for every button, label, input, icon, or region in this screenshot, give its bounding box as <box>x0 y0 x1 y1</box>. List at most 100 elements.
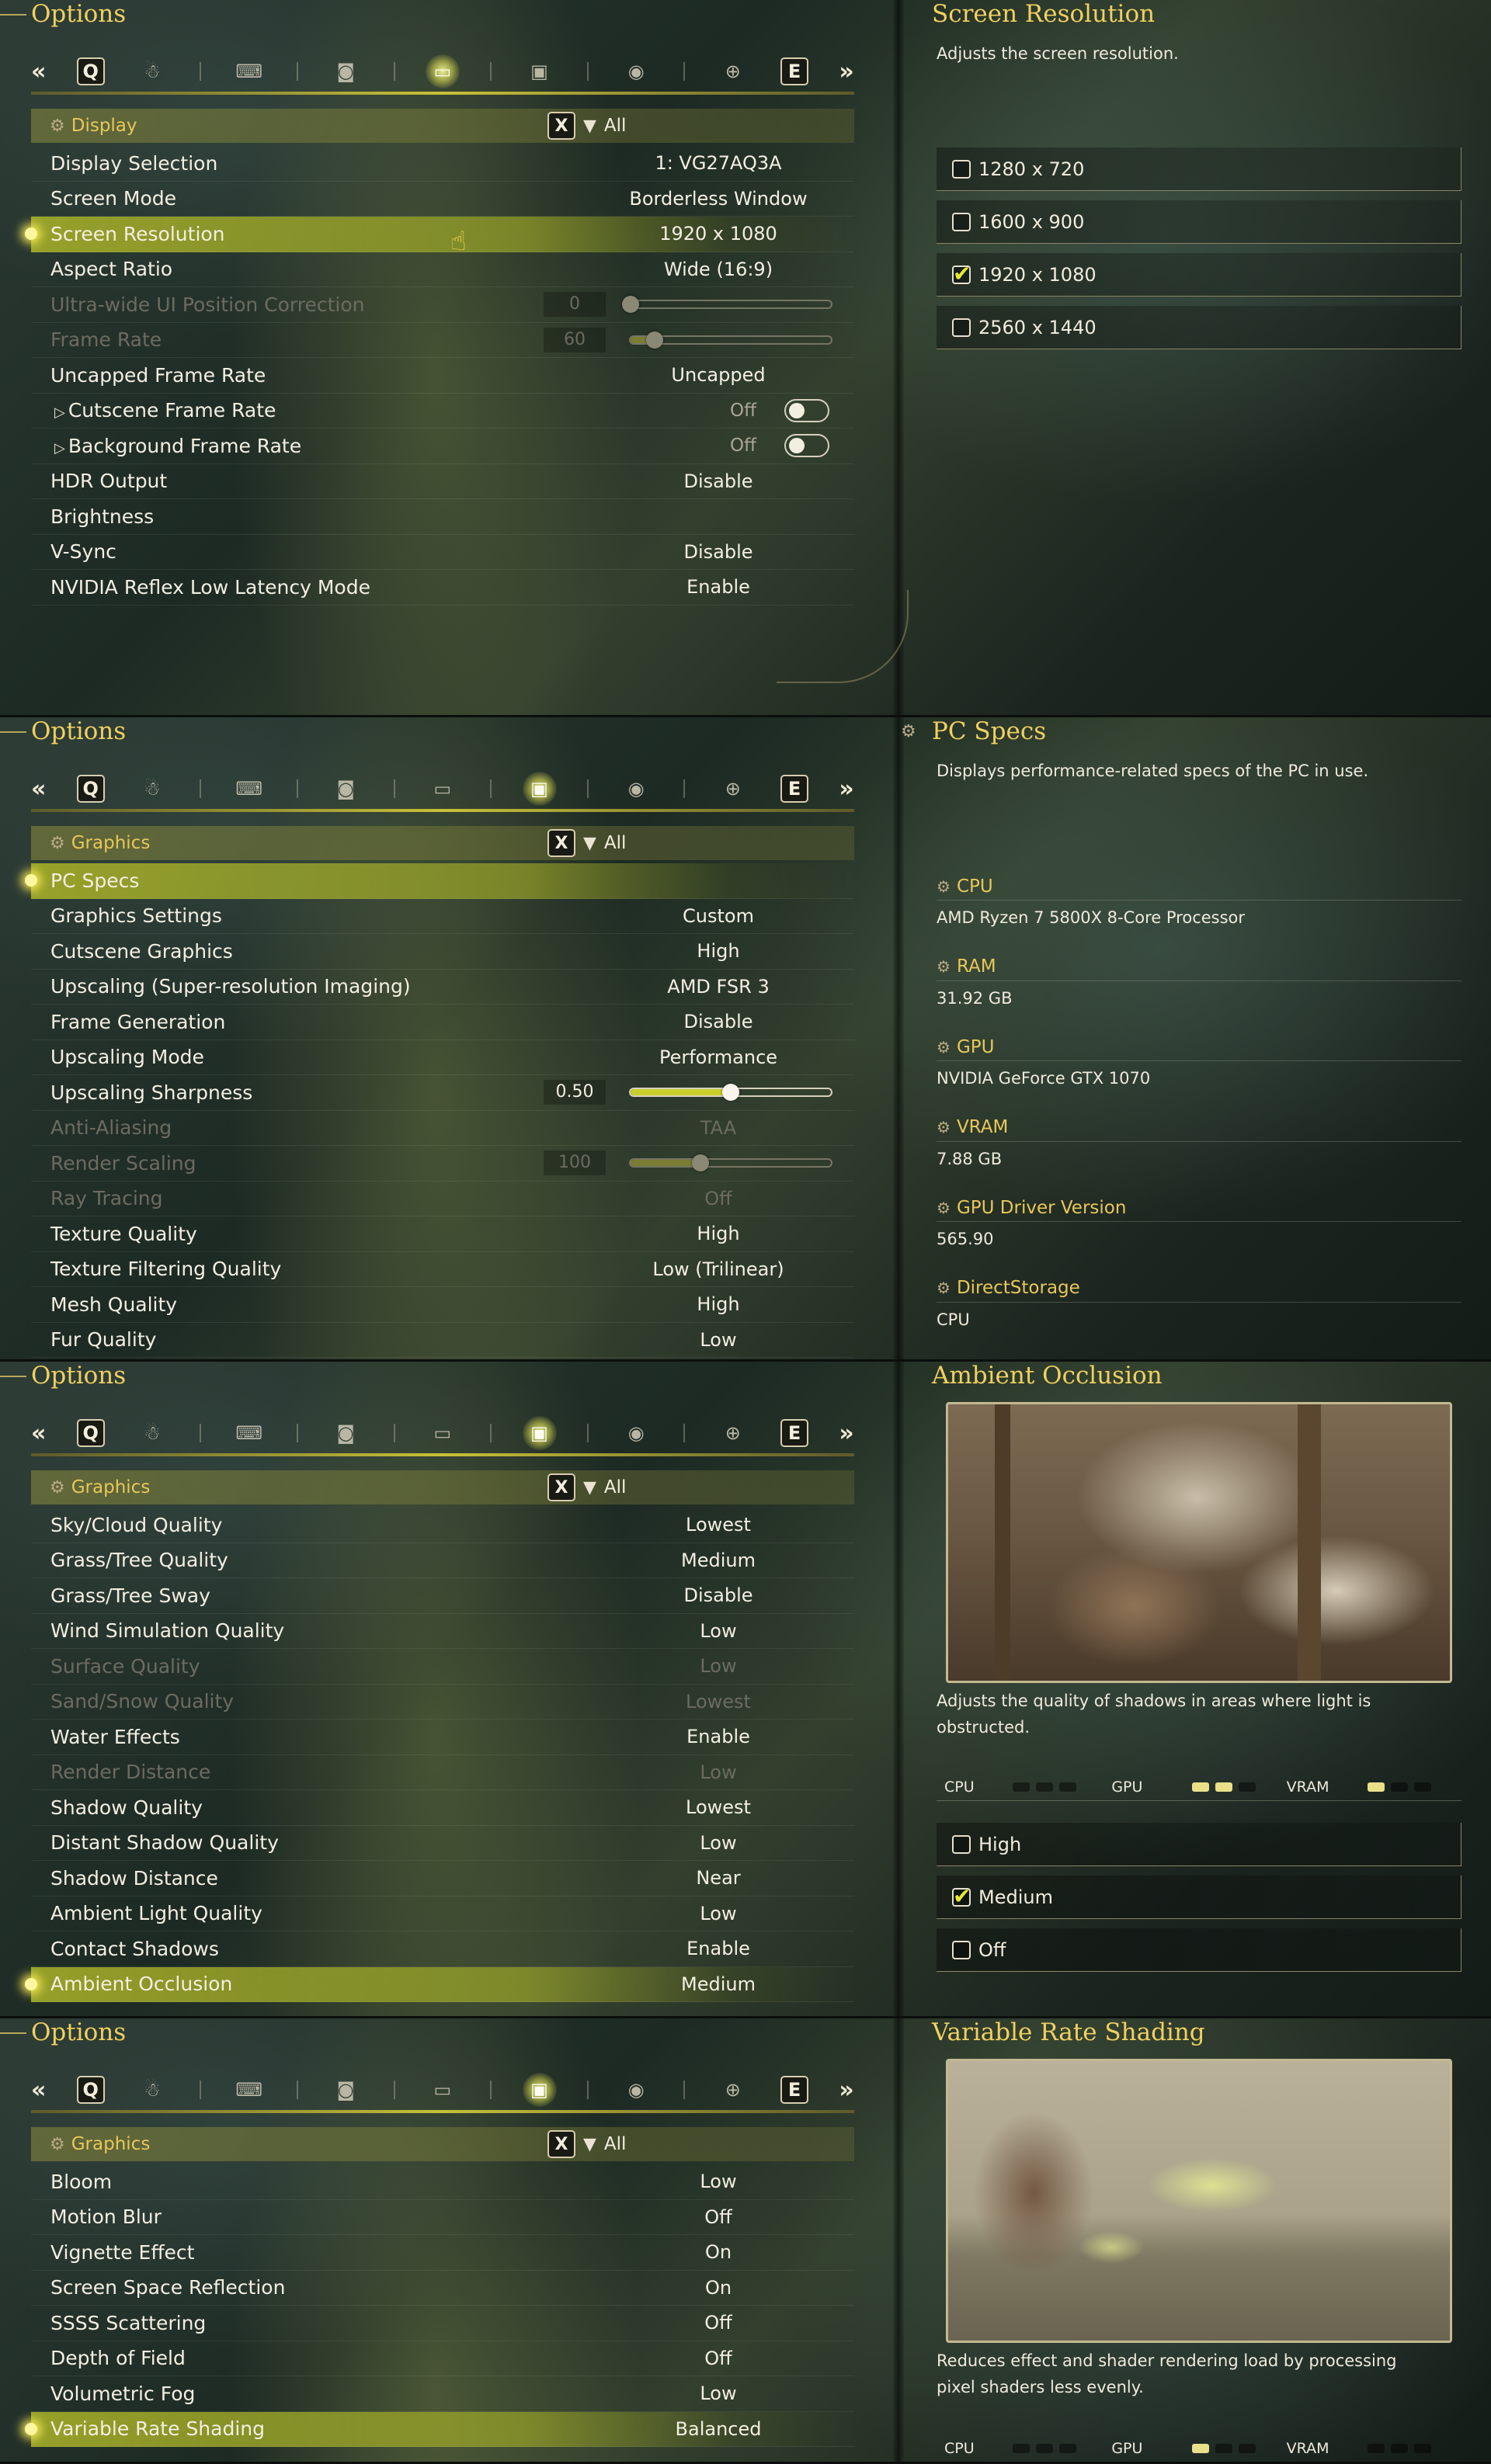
checkbox[interactable] <box>952 159 971 179</box>
choice-option[interactable]: 1280 x 720 <box>937 147 1461 191</box>
display-icon[interactable]: ▭ <box>426 772 460 806</box>
choice-option[interactable]: 1920 x 1080 <box>937 253 1461 297</box>
tab-prev-key[interactable]: Q <box>76 1419 105 1447</box>
setting-row[interactable]: Fur Quality Low <box>31 1323 854 1358</box>
character-icon[interactable]: ☃ <box>135 1416 169 1450</box>
setting-row-selected[interactable]: PC Specs <box>25 863 854 899</box>
tab-next-key[interactable]: E <box>780 57 809 85</box>
accessibility-icon[interactable]: ⊕ <box>716 1416 750 1450</box>
setting-row[interactable]: Display Selection 1: VG27AQ3A <box>31 146 854 182</box>
controller-icon[interactable]: ⌨ <box>232 54 266 88</box>
audio-icon[interactable]: ◉ <box>619 772 653 806</box>
choice-option[interactable]: Medium <box>937 1876 1461 1919</box>
setting-row[interactable]: Texture Filtering Quality Low (Trilinear) <box>31 1252 854 1287</box>
filter-key[interactable]: X <box>547 1473 575 1501</box>
setting-row[interactable]: Bloom Low <box>31 2164 854 2200</box>
choice-option[interactable]: 2560 x 1440 <box>937 306 1461 349</box>
setting-row[interactable]: ▷ Cutscene Frame Rate Off <box>31 394 854 429</box>
setting-row[interactable]: Volumetric Fog Low <box>31 2376 854 2412</box>
checkbox[interactable] <box>952 318 971 337</box>
display-icon[interactable]: ▭ <box>426 2073 460 2107</box>
setting-row[interactable]: Wind Simulation Quality Low <box>31 1614 854 1649</box>
filter-key[interactable]: X <box>547 2130 575 2158</box>
checkbox[interactable] <box>952 261 971 286</box>
graphics-icon[interactable]: ▣ <box>522 1416 557 1450</box>
tab-next-key[interactable]: E <box>780 2076 809 2104</box>
setting-row[interactable]: Grass/Tree Sway Disable <box>31 1578 854 1614</box>
accessibility-icon[interactable]: ⊕ <box>716 2073 750 2107</box>
slider-knob[interactable] <box>722 1084 739 1102</box>
setting-row[interactable]: Distant Shadow Quality Low <box>31 1826 854 1861</box>
filter-control[interactable]: X ▼ All <box>547 1473 626 1501</box>
filter-key[interactable]: X <box>547 112 575 140</box>
filter-control[interactable]: X ▼ All <box>547 829 626 857</box>
setting-row[interactable]: Mesh Quality High <box>31 1287 854 1323</box>
setting-row[interactable]: Uncapped Frame Rate Uncapped <box>31 358 854 394</box>
character-icon[interactable]: ☃ <box>135 772 169 806</box>
filter-control[interactable]: X ▼ All <box>547 2130 626 2158</box>
display-icon[interactable]: ▭ <box>426 1416 460 1450</box>
setting-row[interactable]: Sky/Cloud Quality Lowest <box>31 1508 854 1543</box>
checkbox[interactable] <box>952 1883 971 1909</box>
setting-row[interactable]: Ambient Light Quality Low <box>31 1897 854 1931</box>
setting-row[interactable]: Depth of Field Off <box>31 2341 854 2376</box>
filter-control[interactable]: X ▼ All <box>547 112 626 140</box>
accessibility-icon[interactable]: ⊕ <box>716 54 750 88</box>
tab-prev-key[interactable]: Q <box>76 2076 105 2104</box>
choice-option[interactable]: 1600 x 900 <box>937 200 1461 244</box>
setting-row[interactable]: Screen Space Reflection On <box>31 2271 854 2306</box>
setting-row[interactable]: Water Effects Enable <box>31 1720 854 1755</box>
audio-icon[interactable]: ◉ <box>619 1416 653 1450</box>
choice-option[interactable]: High <box>937 1823 1461 1866</box>
audio-icon[interactable]: ◉ <box>619 54 653 88</box>
tab-prev-key[interactable]: Q <box>76 775 105 803</box>
display-icon[interactable]: ▭ <box>425 54 460 88</box>
setting-row[interactable]: Brightness <box>31 499 854 535</box>
setting-row-selected[interactable]: Variable Rate Shading Balanced <box>25 2411 854 2447</box>
toggle-switch[interactable] <box>784 434 829 458</box>
graphics-icon[interactable]: ▣ <box>522 772 557 806</box>
character-icon[interactable]: ☃ <box>135 54 169 88</box>
audio-icon[interactable]: ◉ <box>619 2073 653 2107</box>
setting-row[interactable]: Vignette Effect On <box>31 2235 854 2271</box>
setting-row[interactable]: ▷ Background Frame Rate Off <box>31 429 854 464</box>
checkbox[interactable] <box>952 1940 971 1959</box>
character-icon[interactable]: ☃ <box>135 2073 169 2107</box>
setting-row[interactable]: V-Sync Disable <box>31 535 854 570</box>
setting-row[interactable]: Graphics Settings Custom <box>31 899 854 934</box>
setting-row[interactable]: Upscaling Sharpness 0.50 <box>31 1075 854 1111</box>
controller-icon[interactable]: ⌨ <box>232 1416 266 1450</box>
setting-row[interactable]: Shadow Quality Lowest <box>31 1790 854 1826</box>
camera-icon[interactable]: ◙ <box>328 1416 363 1450</box>
setting-row[interactable]: Aspect Ratio Wide (16:9) <box>31 252 854 287</box>
accessibility-icon[interactable]: ⊕ <box>716 772 750 806</box>
setting-row[interactable]: Contact Shadows Enable <box>31 1931 854 1967</box>
controller-icon[interactable]: ⌨ <box>232 772 266 806</box>
controller-icon[interactable]: ⌨ <box>232 2073 266 2107</box>
tab-prev-key[interactable]: Q <box>76 57 105 85</box>
graphics-icon[interactable]: ▣ <box>522 2073 557 2107</box>
setting-row[interactable]: Cutscene Graphics High <box>31 934 854 970</box>
tab-next-key[interactable]: E <box>780 775 809 803</box>
camera-icon[interactable]: ◙ <box>328 2073 363 2107</box>
setting-row-selected[interactable]: Screen Resolution ☝ 1920 x 1080 <box>25 217 854 257</box>
setting-row[interactable]: Upscaling Mode Performance <box>31 1040 854 1075</box>
graphics-icon[interactable]: ▣ <box>523 54 557 88</box>
setting-row[interactable]: Motion Blur Off <box>31 2200 854 2235</box>
setting-row[interactable]: SSSS Scattering Off <box>31 2306 854 2341</box>
camera-icon[interactable]: ◙ <box>328 54 363 88</box>
setting-row[interactable]: Screen Mode Borderless Window <box>31 182 854 217</box>
setting-row-selected[interactable]: Ambient Occlusion Medium <box>25 1966 854 2002</box>
filter-key[interactable]: X <box>547 829 575 857</box>
setting-row[interactable]: Upscaling (Super-resolution Imaging) AMD … <box>31 970 854 1005</box>
checkbox[interactable] <box>952 1834 971 1854</box>
setting-row[interactable]: HDR Output Disable <box>31 464 854 499</box>
toggle-switch[interactable] <box>784 398 829 422</box>
camera-icon[interactable]: ◙ <box>328 772 363 806</box>
setting-row[interactable]: Grass/Tree Quality Medium <box>31 1543 854 1578</box>
setting-row[interactable]: Texture Quality High <box>31 1216 854 1252</box>
setting-row[interactable]: Shadow Distance Near <box>31 1861 854 1897</box>
choice-option[interactable]: Off <box>937 1928 1461 1972</box>
setting-row[interactable]: Frame Generation Disable <box>31 1005 854 1040</box>
tab-next-key[interactable]: E <box>780 1419 809 1447</box>
